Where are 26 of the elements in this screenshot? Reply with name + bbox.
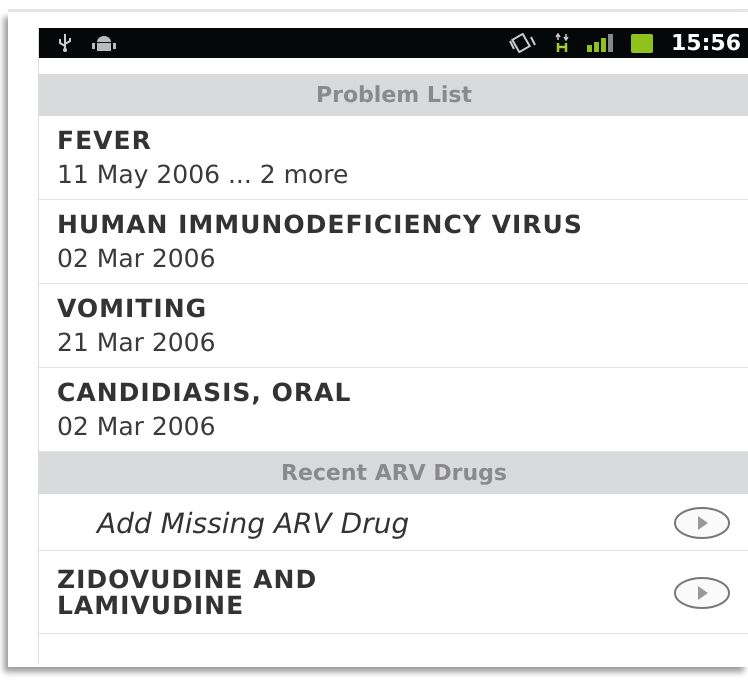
battery-icon (630, 33, 653, 53)
problem-item[interactable]: FEVER 11 May 2006 ... 2 more (39, 116, 748, 200)
signal-icon (586, 34, 613, 52)
problem-title: CANDIDIASIS, ORAL (57, 380, 352, 406)
drug-name: ZIDOVUDINE AND LAMIVUDINE (57, 567, 318, 619)
problem-date: 21 Mar 2006 (57, 328, 216, 357)
problem-title: FEVER (57, 128, 153, 154)
status-time: 15:56 (670, 30, 741, 56)
problem-date: 02 Mar 2006 (57, 412, 216, 441)
problem-title: HUMAN IMMUNODEFICIENCY VIRUS (57, 212, 584, 238)
problem-item[interactable]: HUMAN IMMUNODEFICIENCY VIRUS 02 Mar 2006 (39, 200, 748, 284)
drug-item[interactable]: ZIDOVUDINE AND LAMIVUDINE (39, 551, 748, 634)
usb-icon (57, 33, 73, 53)
section-header: Recent ARV Drugs (39, 452, 748, 494)
problem-date: 11 May 2006 ... 2 more (57, 160, 350, 189)
problem-item[interactable]: VOMITING 21 Mar 2006 (39, 284, 748, 368)
add-drug-label: Add Missing ARV Drug (94, 506, 410, 540)
problem-title: VOMITING (57, 296, 208, 322)
network-h-icon (554, 33, 569, 53)
problem-date: 02 Mar 2006 (57, 244, 216, 273)
play-icon (673, 506, 731, 540)
vibrate-icon (506, 33, 537, 53)
add-drug-item[interactable]: Add Missing ARV Drug (39, 494, 748, 551)
android-icon (91, 34, 117, 52)
play-icon (673, 576, 731, 610)
section-header: Problem List (39, 74, 748, 116)
